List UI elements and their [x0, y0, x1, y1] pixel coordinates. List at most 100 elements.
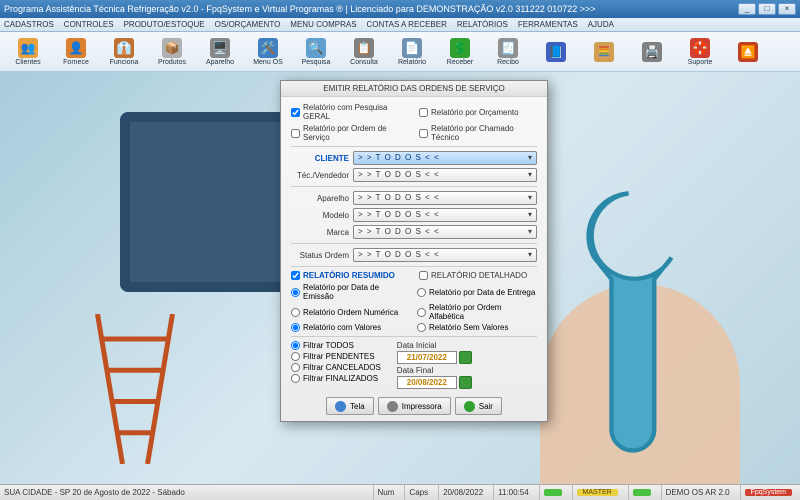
toolbar-btn-consulta[interactable]: 📋Consulta: [342, 34, 386, 70]
menu-produto[interactable]: PRODUTO/ESTOQUE: [124, 20, 205, 29]
maximize-button[interactable]: □: [758, 3, 776, 15]
toolbar-btn-item11[interactable]: 📘: [534, 34, 578, 70]
toolbar-label: Menu OS: [253, 59, 283, 66]
workspace: EMITIR RELATÓRIO DAS ORDENS DE SERVIÇO R…: [0, 72, 800, 484]
toolbar-btn-menu os[interactable]: 🛠️Menu OS: [246, 34, 290, 70]
menu-relatorios[interactable]: RELATÓRIOS: [457, 20, 508, 29]
radio-ordem-alfabetica[interactable]: Relatório por Ordem Alfabética: [417, 303, 537, 321]
toolbar-label: Suporte: [688, 59, 713, 66]
label-data-inicial: Data Inicial: [397, 341, 472, 350]
toolbar-btn-item12[interactable]: 🧮: [582, 34, 626, 70]
toolbar-label: Recibo: [497, 59, 519, 66]
radio-data-entrega[interactable]: Relatório por Data de Entrega: [417, 283, 537, 301]
menu-ferramentas[interactable]: FERRAMENTAS: [518, 20, 578, 29]
toolbar-btn-clientes[interactable]: 👥Clientes: [6, 34, 50, 70]
radio-com-valores[interactable]: Relatório com Valores: [291, 323, 411, 332]
toolbar-icon: 🛠️: [258, 38, 278, 58]
menu-receber[interactable]: CONTAS A RECEBER: [367, 20, 447, 29]
toolbar-icon: 👔: [114, 38, 134, 58]
toolbar-icon: ⏏️: [738, 42, 758, 62]
ladder-icon: [80, 314, 190, 464]
calendar-icon[interactable]: [459, 351, 472, 364]
toolbar-btn-item15[interactable]: ⏏️: [726, 34, 770, 70]
toolbar-label: Clientes: [15, 59, 40, 66]
toolbar-icon: 🛟: [690, 38, 710, 58]
select-modelo[interactable]: > > T O D O S < <: [353, 208, 537, 222]
close-button[interactable]: ×: [778, 3, 796, 15]
status-demo: DEMO OS AR 2.0: [661, 485, 734, 500]
toolbar-btn-receber[interactable]: 💲Receber: [438, 34, 482, 70]
impressora-button[interactable]: Impressora: [378, 397, 451, 415]
status-badge-master: MASTER: [577, 489, 618, 496]
filter-cancelados[interactable]: Filtrar CANCELADOS: [291, 363, 381, 372]
menu-compras[interactable]: MENU COMPRAS: [290, 20, 356, 29]
toolbar-icon: 📋: [354, 38, 374, 58]
filter-finalizados[interactable]: Filtrar FINALIZADOS: [291, 374, 381, 383]
toolbar-btn-fornece[interactable]: 👤Fornece: [54, 34, 98, 70]
menu-controles[interactable]: CONTROLES: [64, 20, 114, 29]
screen-icon: [335, 401, 346, 412]
tela-button[interactable]: Tela: [326, 397, 374, 415]
toolbar-icon: 🧮: [594, 42, 614, 62]
toolbar-btn-produtos[interactable]: 📦Produtos: [150, 34, 194, 70]
toolbar-btn-item13[interactable]: 🖨️: [630, 34, 674, 70]
menu-os[interactable]: OS/ORÇAMENTO: [215, 20, 281, 29]
toolbar-icon: 📄: [402, 38, 422, 58]
toolbar-label: Funciona: [110, 59, 139, 66]
calendar-icon[interactable]: [459, 376, 472, 389]
status-brand: FpqSystem: [745, 489, 792, 496]
toolbar-label: Consulta: [350, 59, 378, 66]
toolbar-btn-recibo[interactable]: 🧾Recibo: [486, 34, 530, 70]
filter-todos[interactable]: Filtrar TODOS: [291, 341, 381, 350]
menubar: CADASTROS CONTROLES PRODUTO/ESTOQUE OS/O…: [0, 18, 800, 32]
input-data-final[interactable]: 20/08/2022: [397, 376, 457, 389]
toolbar-label: Fornece: [63, 59, 89, 66]
select-tec[interactable]: > > T O D O S < <: [353, 168, 537, 182]
status-time: 11:00:54: [493, 485, 533, 500]
toolbar-label: Relatório: [398, 59, 426, 66]
toolbar-btn-pesquisa[interactable]: 🔍Pesquisa: [294, 34, 338, 70]
toolbar-btn-suporte[interactable]: 🛟Suporte: [678, 34, 722, 70]
label-data-final: Data Final: [397, 366, 472, 375]
toolbar-icon: 🖨️: [642, 42, 662, 62]
titlebar: Programa Assistência Técnica Refrigeraçã…: [0, 0, 800, 18]
input-data-inicial[interactable]: 21/07/2022: [397, 351, 457, 364]
status-caps: Caps: [404, 485, 432, 500]
check-pesquisa-geral[interactable]: Relatório com Pesquisa GERAL: [291, 103, 409, 121]
status-badge-green2: [633, 489, 651, 496]
toolbar-icon: 💲: [450, 38, 470, 58]
minimize-button[interactable]: _: [738, 3, 756, 15]
menu-cadastros[interactable]: CADASTROS: [4, 20, 54, 29]
radio-ordem-numerica[interactable]: Relatório Ordem Numérica: [291, 303, 411, 321]
toolbar-icon: 🖥️: [210, 38, 230, 58]
check-chamado-tecnico[interactable]: Relatório por Chamado Técnico: [419, 124, 537, 142]
toolbar-btn-funciona[interactable]: 👔Funciona: [102, 34, 146, 70]
select-cliente[interactable]: > > T O D O S < <: [353, 151, 537, 165]
label-status: Status Ordem: [291, 251, 353, 260]
label-tec: Téc./Vendedor: [291, 171, 353, 180]
toolbar-btn-relatório[interactable]: 📄Relatório: [390, 34, 434, 70]
filter-pendentes[interactable]: Filtrar PENDENTES: [291, 352, 381, 361]
status-location: SUA CIDADE - SP 20 de Agosto de 2022 - S…: [4, 488, 185, 497]
toolbar-icon: 🔍: [306, 38, 326, 58]
toolbar-label: Pesquisa: [302, 59, 331, 66]
label-marca: Marca: [291, 228, 353, 237]
toolbar-btn-aparelho[interactable]: 🖥️Aparelho: [198, 34, 242, 70]
check-detalhado[interactable]: RELATÓRIO DETALHADO: [419, 271, 537, 280]
window-controls: _ □ ×: [738, 3, 796, 15]
toolbar-label: Produtos: [158, 59, 186, 66]
check-resumido[interactable]: RELATÓRIO RESUMIDO: [291, 271, 409, 280]
radio-sem-valores[interactable]: Relatório Sem Valores: [417, 323, 537, 332]
select-aparelho[interactable]: > > T O D O S < <: [353, 191, 537, 205]
status-date: 20/08/2022: [438, 485, 487, 500]
radio-data-emissao[interactable]: Relatório por Data de Emissão: [291, 283, 411, 301]
check-ordem-servico[interactable]: Relatório por Ordem de Serviço: [291, 124, 409, 142]
menu-ajuda[interactable]: AJUDA: [588, 20, 614, 29]
toolbar-icon: 📦: [162, 38, 182, 58]
statusbar: SUA CIDADE - SP 20 de Agosto de 2022 - S…: [0, 484, 800, 500]
select-status[interactable]: > > T O D O S < <: [353, 248, 537, 262]
check-orcamento[interactable]: Relatório por Orçamento: [419, 103, 537, 121]
sair-button[interactable]: Sair: [455, 397, 502, 415]
select-marca[interactable]: > > T O D O S < <: [353, 225, 537, 239]
toolbar-icon: 🧾: [498, 38, 518, 58]
